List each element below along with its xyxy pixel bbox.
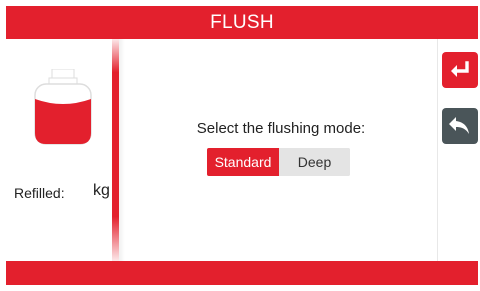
back-arrow-icon xyxy=(449,117,469,134)
refill-unit: kg xyxy=(93,182,110,199)
mode-prompt: Select the flushing mode: xyxy=(196,120,366,137)
enter-return-icon xyxy=(451,61,469,77)
back-button[interactable] xyxy=(442,108,478,144)
flush-mode-toggle: Standard Deep xyxy=(207,148,350,176)
enter-button[interactable] xyxy=(442,52,478,88)
flush-mode-panel: Select the flushing mode: Standard Deep xyxy=(125,39,437,261)
right-divider xyxy=(437,39,438,261)
panel-divider xyxy=(112,39,119,261)
flush-screen: FLUSH Refilled: kg Select the flushing m… xyxy=(0,0,480,291)
refill-label: Refilled: xyxy=(14,185,65,201)
page-title: FLUSH xyxy=(210,11,274,33)
deep-mode-button[interactable]: Deep xyxy=(279,148,350,176)
footer-bar xyxy=(6,261,478,285)
standard-mode-button[interactable]: Standard xyxy=(207,148,279,176)
refill-panel: Refilled: kg xyxy=(6,39,112,261)
header-bar: FLUSH xyxy=(6,6,478,39)
gas-cylinder-icon xyxy=(34,69,92,145)
